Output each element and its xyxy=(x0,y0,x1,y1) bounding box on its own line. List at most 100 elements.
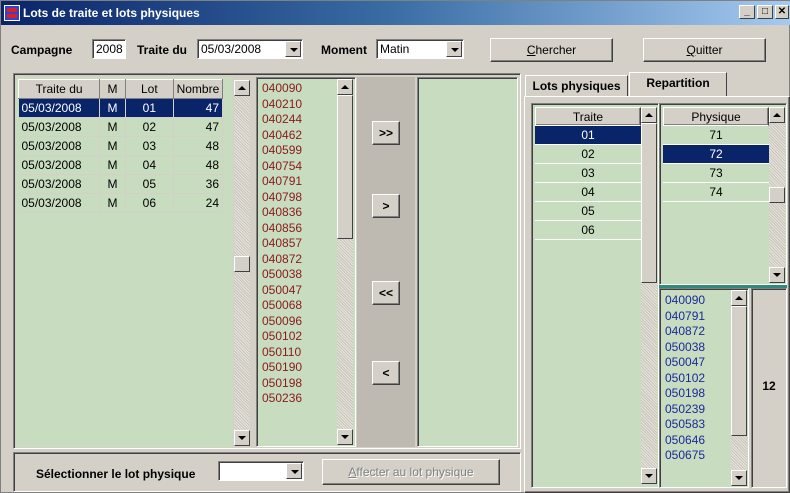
scroll-down-icon[interactable] xyxy=(769,267,785,283)
move-right-button[interactable]: > xyxy=(372,194,400,218)
list-item[interactable]: 050096 xyxy=(262,314,337,330)
traite-list[interactable]: Traite 01 02 03 04 05 06 xyxy=(535,107,641,240)
list-item[interactable]: 040857 xyxy=(262,236,337,252)
list-item[interactable]: 050646 xyxy=(665,432,730,448)
list-item[interactable]: 72 xyxy=(663,145,769,164)
traite-list-scrollbar[interactable] xyxy=(641,107,657,484)
list-item[interactable]: 050239 xyxy=(665,401,730,417)
campagne-field[interactable]: 2008 xyxy=(92,39,126,59)
repartition-scrollbar[interactable] xyxy=(731,290,747,486)
main-window: Lots de traite et lots physiques _ □ ✕ C… xyxy=(0,0,790,493)
list-item[interactable]: 040754 xyxy=(262,159,337,175)
scroll-down-icon[interactable] xyxy=(234,430,250,446)
physique-list-header[interactable]: Physique xyxy=(663,107,769,126)
list-item[interactable]: 050190 xyxy=(262,360,337,376)
animal-code-list[interactable]: 040090 040210 040244 040462 040599 040754 0407… xyxy=(259,81,337,407)
col-traite-du[interactable]: Traite du xyxy=(17,79,101,99)
chercher-button[interactable]: Chercher xyxy=(490,38,613,62)
animal-list-scrollbar[interactable] xyxy=(337,79,353,445)
list-item[interactable]: 050038 xyxy=(665,339,730,355)
list-item[interactable]: 03 xyxy=(535,164,641,183)
scroll-thumb[interactable] xyxy=(731,306,747,436)
list-item[interactable]: 050675 xyxy=(665,447,730,463)
cell-nombre: 36 xyxy=(173,174,224,194)
list-item[interactable]: 050583 xyxy=(665,416,730,432)
list-item[interactable]: 040090 xyxy=(665,292,730,308)
table-row[interactable]: 05/03/2008 M 05 36 xyxy=(18,174,224,194)
chevron-down-icon[interactable] xyxy=(446,41,462,57)
list-item[interactable]: 040872 xyxy=(262,252,337,268)
list-item[interactable]: 040872 xyxy=(665,323,730,339)
list-item[interactable]: 01 xyxy=(535,126,641,145)
list-item[interactable]: 73 xyxy=(663,164,769,183)
scroll-down-icon[interactable] xyxy=(337,429,353,445)
list-item[interactable]: 04 xyxy=(535,183,641,202)
physique-list[interactable]: Physique 71 72 73 74 xyxy=(663,107,769,202)
list-item[interactable]: 040090 xyxy=(262,81,337,97)
list-item[interactable]: 040462 xyxy=(262,128,337,144)
scroll-up-icon[interactable] xyxy=(731,290,747,306)
quitter-button[interactable]: Quitter xyxy=(643,38,766,62)
tab-repartition[interactable]: Repartition xyxy=(629,72,727,97)
list-item[interactable]: 71 xyxy=(663,126,769,145)
scroll-thumb[interactable] xyxy=(234,256,250,272)
moment-select[interactable]: Matin xyxy=(376,39,464,59)
repartition-code-list[interactable]: 040090 040791 040872 050038 050047 050102 0501… xyxy=(662,292,730,463)
target-list-panel[interactable] xyxy=(417,77,518,447)
col-m[interactable]: M xyxy=(99,79,126,99)
list-item[interactable]: 040798 xyxy=(262,190,337,206)
scroll-thumb[interactable] xyxy=(769,187,785,203)
scroll-thumb[interactable] xyxy=(337,95,353,239)
scroll-up-icon[interactable] xyxy=(641,107,657,123)
traite-list-header[interactable]: Traite xyxy=(535,107,641,126)
list-item[interactable]: 050110 xyxy=(262,345,337,361)
table-row[interactable]: 05/03/2008 M 04 48 xyxy=(18,155,224,175)
list-item[interactable]: 06 xyxy=(535,221,641,240)
list-item[interactable]: 040791 xyxy=(665,308,730,324)
table-row[interactable]: 05/03/2008 M 02 47 xyxy=(18,117,224,137)
chevron-down-icon[interactable] xyxy=(285,41,301,57)
list-item[interactable]: 040599 xyxy=(262,143,337,159)
list-item[interactable]: 050236 xyxy=(262,391,337,407)
list-item[interactable]: 050102 xyxy=(665,370,730,386)
move-left-button[interactable]: < xyxy=(372,361,400,385)
lot-physique-select[interactable] xyxy=(218,461,304,481)
list-item[interactable]: 02 xyxy=(535,145,641,164)
move-all-right-button[interactable]: >> xyxy=(372,121,400,145)
list-item[interactable]: 040856 xyxy=(262,221,337,237)
scroll-up-icon[interactable] xyxy=(234,80,250,96)
affecter-button[interactable]: Affecter au lot physique xyxy=(322,459,500,485)
lots-scrollbar[interactable] xyxy=(234,80,250,446)
list-item[interactable]: 040836 xyxy=(262,205,337,221)
list-item[interactable]: 05 xyxy=(535,202,641,221)
traite-date-select[interactable]: 05/03/2008 xyxy=(197,39,303,59)
list-item[interactable]: 050102 xyxy=(262,329,337,345)
scroll-thumb[interactable] xyxy=(641,123,657,283)
list-item[interactable]: 050198 xyxy=(262,376,337,392)
close-button[interactable]: ✕ xyxy=(775,5,789,19)
col-lot[interactable]: Lot xyxy=(124,79,174,99)
move-all-left-button[interactable]: << xyxy=(372,281,400,305)
minimize-button[interactable]: _ xyxy=(739,5,755,19)
list-item[interactable]: 050068 xyxy=(262,298,337,314)
scroll-up-icon[interactable] xyxy=(769,107,785,123)
scroll-down-icon[interactable] xyxy=(641,468,657,484)
list-item[interactable]: 050038 xyxy=(262,267,337,283)
list-item[interactable]: 050198 xyxy=(665,385,730,401)
table-row[interactable]: 05/03/2008 M 01 47 xyxy=(18,98,224,118)
maximize-button[interactable]: □ xyxy=(757,5,773,19)
scroll-up-icon[interactable] xyxy=(337,79,353,95)
list-item[interactable]: 040791 xyxy=(262,174,337,190)
chevron-down-icon[interactable] xyxy=(286,463,302,479)
scroll-down-icon[interactable] xyxy=(731,470,747,486)
list-item[interactable]: 74 xyxy=(663,183,769,202)
physique-list-scrollbar[interactable] xyxy=(769,107,785,283)
list-item[interactable]: 040210 xyxy=(262,97,337,113)
table-row[interactable]: 05/03/2008 M 06 24 xyxy=(18,193,224,213)
list-item[interactable]: 040244 xyxy=(262,112,337,128)
table-row[interactable]: 05/03/2008 M 03 48 xyxy=(18,136,224,156)
col-nombre[interactable]: Nombre xyxy=(172,79,224,99)
list-item[interactable]: 050047 xyxy=(262,283,337,299)
list-item[interactable]: 050047 xyxy=(665,354,730,370)
tab-lots-physiques[interactable]: Lots physiques xyxy=(525,75,628,97)
